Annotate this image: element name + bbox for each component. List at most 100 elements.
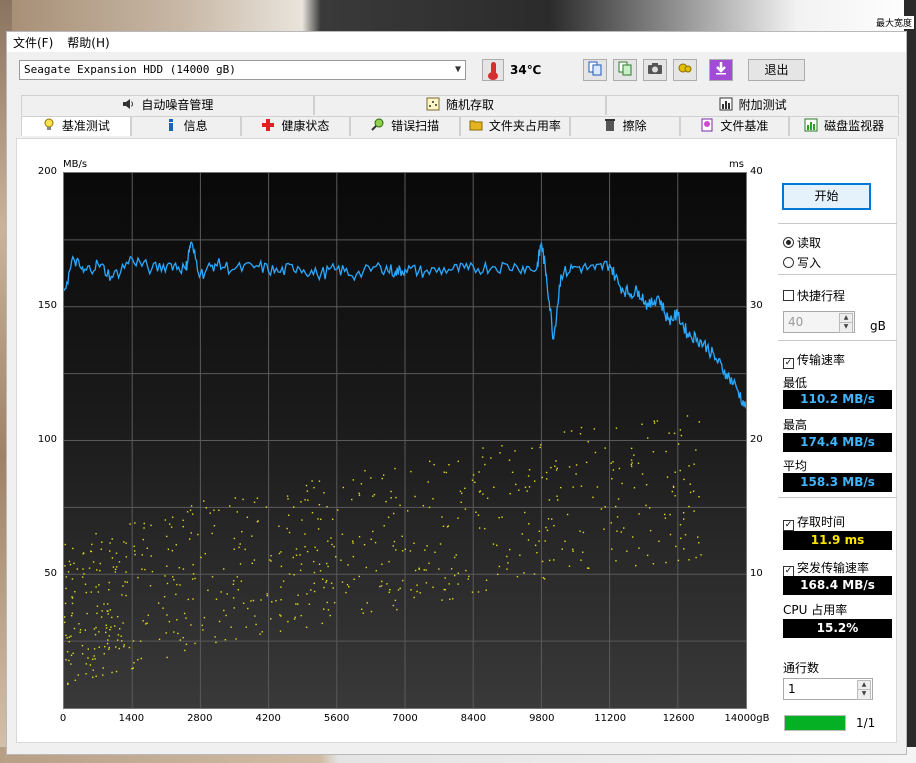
access-time-point — [611, 478, 613, 480]
menu-file[interactable]: 文件(F) — [13, 34, 53, 51]
access-time-point — [448, 463, 450, 466]
burst-rate-checkbox[interactable]: ✓ 突发传输速率 — [783, 559, 869, 577]
tab-info[interactable]: 信息 — [130, 116, 241, 136]
access-time-point — [100, 616, 103, 618]
access-time-point — [172, 576, 174, 578]
access-time-point — [266, 594, 269, 597]
tab-health[interactable]: 健康状态 — [240, 116, 351, 136]
access-time-point — [87, 648, 89, 650]
quick-stroke-checkbox[interactable]: 快捷行程 — [783, 287, 845, 304]
access-time-point — [114, 568, 117, 571]
tab-error-scan[interactable]: 错误扫描 — [350, 116, 460, 136]
thermometer-icon[interactable] — [482, 59, 504, 81]
spin-down-icon[interactable]: ▼ — [857, 689, 871, 700]
access-time-point — [105, 627, 108, 629]
camera-icon[interactable] — [643, 59, 667, 81]
tab-disk-monitor[interactable]: 磁盘监视器 — [789, 116, 899, 136]
access-time-point — [128, 646, 131, 649]
access-time-point — [93, 655, 95, 657]
access-time-point — [305, 626, 308, 628]
access-time-point — [461, 492, 463, 495]
cpu-usage-value: 15.2% — [783, 619, 892, 639]
access-time-point — [133, 545, 135, 548]
access-time-point — [672, 486, 675, 489]
spin-down-icon[interactable]: ▼ — [839, 322, 853, 333]
quick-stroke-input[interactable]: 40 ▲ ▼ — [783, 311, 855, 333]
access-time-point — [295, 554, 298, 556]
access-time-point — [360, 483, 363, 485]
access-time-point — [132, 667, 134, 669]
access-time-point — [381, 563, 383, 565]
access-time-point — [166, 582, 169, 585]
progress-bar — [784, 715, 846, 731]
access-time-point — [472, 474, 475, 476]
access-time-point — [233, 607, 235, 609]
access-time-point — [326, 562, 328, 565]
access-time-point — [428, 460, 431, 463]
tab-file-benchmark[interactable]: 文件基准 — [679, 116, 790, 136]
access-time-point — [336, 509, 339, 511]
access-time-point — [449, 598, 451, 600]
access-time-point — [299, 554, 301, 556]
copy-screenshot-icon[interactable] — [613, 59, 637, 81]
access-time-value: 11.9 ms — [783, 531, 892, 551]
passes-input[interactable]: 1 ▲ ▼ — [783, 678, 873, 700]
access-time-point — [394, 467, 396, 470]
min-value: 110.2 MB/s — [783, 390, 892, 410]
access-time-point — [218, 620, 221, 623]
access-time-point — [587, 441, 589, 443]
access-time-point — [81, 644, 84, 647]
access-time-point — [481, 456, 484, 458]
access-time-point — [465, 569, 467, 572]
read-radio[interactable]: 读取 — [783, 234, 821, 251]
access-time-point — [689, 483, 691, 485]
access-time-point — [182, 568, 185, 570]
access-time-point — [190, 624, 192, 626]
access-time-point — [641, 423, 643, 425]
start-button[interactable]: 开始 — [782, 183, 871, 210]
access-time-point — [556, 467, 559, 469]
access-time-point — [251, 562, 254, 564]
access-time-point — [64, 621, 66, 624]
access-time-point — [335, 556, 337, 558]
access-time-point — [326, 601, 328, 604]
access-time-point — [615, 427, 618, 429]
tab-benchmark[interactable]: 基准测试 — [21, 116, 131, 136]
x-tick-label: 4200 — [255, 713, 281, 724]
menu-help[interactable]: 帮助(H) — [67, 34, 109, 51]
access-time-point — [215, 598, 218, 600]
passes-label: 通行数 — [783, 661, 820, 675]
transfer-rate-checkbox[interactable]: ✓ 传输速率 — [783, 351, 845, 369]
access-time-point — [207, 589, 209, 592]
tab-random-access[interactable]: 随机存取 — [313, 95, 607, 115]
tab-extra-tests[interactable]: 附加测试 — [606, 95, 900, 115]
access-time-point — [201, 624, 203, 627]
access-time-point — [233, 580, 235, 582]
access-time-point — [416, 590, 418, 593]
write-radio[interactable]: 写入 — [783, 254, 821, 271]
tab-folder-usage[interactable]: 文件夹占用率 — [460, 116, 570, 136]
access-time-point — [125, 594, 127, 597]
access-time-point — [185, 643, 188, 646]
access-time-point — [94, 658, 96, 660]
max-label: 最高 — [783, 418, 808, 432]
checkbox-box — [783, 290, 794, 301]
tab-erase[interactable]: 擦除 — [569, 116, 680, 136]
access-time-point — [327, 565, 329, 568]
save-icon[interactable] — [709, 59, 733, 81]
access-time-point — [318, 503, 321, 506]
drive-select[interactable]: Seagate Expansion HDD (14000 gB) ▼ — [19, 60, 466, 80]
access-time-point — [485, 579, 488, 581]
access-time-point — [280, 586, 282, 588]
copy-text-icon[interactable] — [583, 59, 607, 81]
access-time-point — [485, 589, 487, 591]
access-time-point — [333, 601, 336, 604]
access-time-point — [141, 568, 143, 570]
access-time-point — [236, 576, 239, 578]
exit-button[interactable]: 退出 — [748, 59, 805, 81]
tab-aam[interactable]: 自动噪音管理 — [21, 95, 314, 115]
settings-icon[interactable] — [673, 59, 697, 81]
access-time-point — [186, 511, 189, 513]
access-time-point — [157, 602, 160, 604]
access-time-checkbox[interactable]: ✓ 存取时间 — [783, 513, 845, 531]
